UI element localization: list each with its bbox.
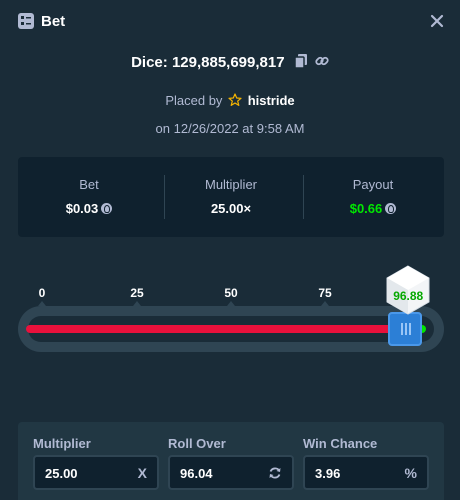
win-chance-label: Win Chance [303, 436, 378, 451]
bet-date: on 12/26/2022 at 9:58 AM [155, 121, 305, 136]
tick-label: 75 [318, 286, 332, 300]
bet-amount: $0.03 [65, 201, 99, 216]
payout-amount: $0.66 [349, 201, 383, 216]
copy-icon[interactable] [293, 54, 307, 72]
multiplier-label: Multiplier [33, 436, 91, 451]
bet-inputs-panel: Multiplier 25.00 X Roll Over 96.04 Win C… [18, 422, 444, 500]
bet-stats-panel: Bet $0.03 Multiplier 25.00× Payout $0.66 [18, 157, 444, 237]
bet-id-line: Dice: 129,885,699,817 [0, 54, 460, 72]
username-link[interactable]: histride [248, 93, 295, 108]
placed-by-label: Placed by [165, 93, 223, 108]
stat-label: Multiplier [204, 177, 257, 192]
win-chance-value: 3.96 [315, 466, 341, 481]
refresh-icon[interactable] [268, 466, 282, 483]
result-cube: 96.88 [385, 264, 431, 316]
stat-payout: Payout $0.66 [302, 157, 444, 237]
slider-handle[interactable] [388, 312, 423, 346]
close-icon[interactable] [428, 12, 446, 30]
coin-icon [385, 203, 397, 214]
lose-range [26, 325, 406, 333]
tick-label: 25 [130, 286, 144, 300]
modal-title: Bet [41, 13, 66, 30]
multiplier-suffix: X [137, 465, 147, 481]
stat-label: Bet [79, 177, 99, 192]
stat-value: $0.03 [18, 201, 160, 216]
grip-line [409, 323, 412, 335]
roll-over-label: Roll Over [168, 436, 226, 451]
stat-value: 25.00× [210, 201, 252, 216]
bet-list-icon [18, 13, 34, 29]
tick-label: 50 [224, 286, 238, 300]
multiplier-field[interactable]: 25.00 X [33, 455, 159, 490]
modal-header: Bet [0, 0, 460, 44]
result-value: 96.88 [393, 289, 424, 303]
placed-by-line: Placed by histride [0, 93, 460, 110]
stat-value: $0.66 [302, 201, 444, 216]
grip-line [401, 323, 404, 335]
bet-id: Dice: 129,885,699,817 [131, 54, 285, 71]
link-icon[interactable] [315, 54, 329, 72]
win-chance-field[interactable]: 3.96 % [303, 455, 429, 490]
stat-label: Payout [352, 177, 394, 192]
stat-bet: Bet $0.03 [18, 157, 160, 237]
roll-over-value: 96.04 [180, 466, 213, 481]
stat-multiplier: Multiplier 25.00× [160, 157, 302, 237]
grip-line [405, 323, 408, 335]
star-icon [228, 93, 242, 110]
win-chance-suffix: % [404, 465, 417, 481]
roll-over-field[interactable]: 96.04 [168, 455, 294, 490]
tick-label: 0 [38, 286, 46, 300]
coin-icon [101, 203, 113, 214]
multiplier-value: 25.00 [45, 466, 78, 481]
